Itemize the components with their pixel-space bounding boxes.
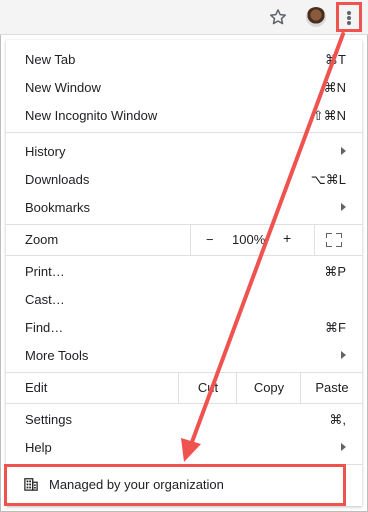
fullscreen-icon[interactable] [326, 233, 342, 247]
menu-item-label: Managed by your organization [49, 477, 224, 492]
menu-item-shortcut: ⌘, [329, 412, 346, 427]
menu-item-label: New Tab [25, 52, 76, 67]
menu-item-shortcut: ⇧⌘N [312, 108, 346, 123]
menu-item-label: Bookmarks [25, 200, 91, 215]
menu-separator [6, 132, 362, 133]
menu-item-help[interactable]: Help [6, 434, 362, 462]
building-icon [24, 478, 38, 491]
menu-item-history[interactable]: History [6, 138, 362, 166]
zoom-level: 100% [232, 232, 266, 247]
paste-button[interactable]: Paste [300, 373, 363, 403]
menu-item-downloads[interactable]: Downloads ⌥⌘L [6, 166, 362, 194]
more-vertical-icon-dot [347, 21, 351, 25]
chevron-right-icon [341, 203, 346, 211]
menu-item-label: More Tools [25, 348, 89, 363]
zoom-label: Zoom [25, 232, 59, 247]
more-menu-button[interactable] [336, 2, 362, 32]
menu-item-new-incognito-window[interactable]: New Incognito Window ⇧⌘N [6, 102, 362, 130]
menu-item-label: Help [25, 440, 52, 455]
menu-item-managed-by-organization[interactable]: Managed by your organization [4, 464, 346, 506]
menu-item-cast[interactable]: Cast… [6, 286, 362, 314]
menu-item-shortcut: ⌘T [325, 52, 346, 67]
menu-item-new-tab[interactable]: New Tab ⌘T [6, 46, 362, 74]
menu-item-settings[interactable]: Settings ⌘, [6, 406, 362, 434]
zoom-in-button[interactable]: + [283, 230, 291, 246]
menu-item-shortcut: ⌥⌘L [310, 172, 346, 187]
menu-item-label: History [25, 144, 66, 159]
menu-item-print[interactable]: Print… ⌘P [6, 258, 362, 286]
chevron-right-icon [341, 147, 346, 155]
copy-button[interactable]: Copy [236, 373, 301, 403]
more-vertical-icon-dot [347, 16, 351, 20]
menu-item-label: Downloads [25, 172, 90, 187]
avatar[interactable] [306, 7, 326, 27]
menu-item-find[interactable]: Find… ⌘F [6, 314, 362, 342]
chevron-right-icon [341, 443, 346, 451]
browser-toolbar [0, 0, 368, 35]
menu-item-label: Print… [25, 264, 65, 279]
menu-item-label: New Window [25, 80, 101, 95]
menu-item-shortcut: ⌘F [325, 320, 346, 335]
menu-item-label: New Incognito Window [25, 108, 158, 123]
menu-item-label: Find… [25, 320, 64, 335]
menu-item-shortcut: ⌘N [323, 80, 346, 95]
cut-button[interactable]: Cut [178, 373, 237, 403]
menu-item-label: Cast… [25, 292, 65, 307]
zoom-row: Zoom − 100% + [6, 224, 362, 256]
more-vertical-icon [347, 11, 351, 15]
star-icon[interactable] [268, 7, 288, 27]
chevron-right-icon [341, 351, 346, 359]
menu-item-bookmarks[interactable]: Bookmarks [6, 194, 362, 222]
menu-item-shortcut: ⌘P [324, 264, 346, 279]
edit-row: Edit Cut Copy Paste [6, 372, 362, 404]
menu-item-label: Settings [25, 412, 72, 427]
edit-label: Edit [25, 380, 48, 395]
menu-item-more-tools[interactable]: More Tools [6, 342, 362, 370]
chrome-main-menu: New Tab ⌘T New Window ⌘N New Incognito W… [6, 40, 362, 506]
menu-item-new-window[interactable]: New Window ⌘N [6, 74, 362, 102]
zoom-out-button[interactable]: − [206, 232, 214, 247]
